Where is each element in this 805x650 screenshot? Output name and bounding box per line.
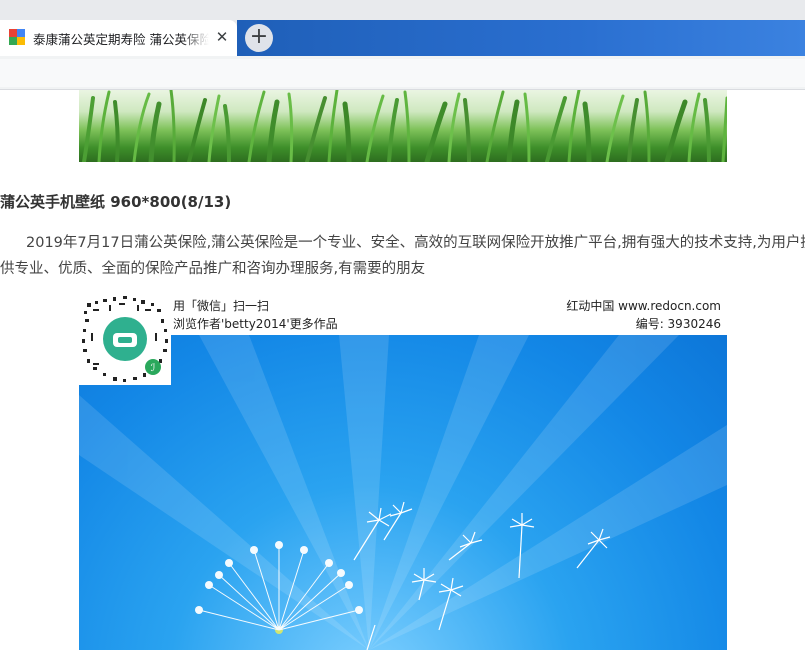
svg-text:ℐ: ℐ [151,363,156,374]
close-tab-icon[interactable]: ✕ [213,28,231,46]
watermark-scan-text: 用「微信」扫一扫 [173,299,270,313]
watermark-site-text: 红动中国 www.redocn.com [566,299,721,313]
new-tab-button[interactable]: + [245,24,273,52]
active-tab[interactable]: 泰康蒲公英定期寿险 蒲公英保险 ✕ [0,20,237,56]
tab-strip-accent [237,20,805,56]
watermark-code-text: 编号: 3930246 [635,317,721,331]
article-body: 2019年7月17日蒲公英保险,蒲公英保险是一个专业、安全、高效的互联网保险开放… [0,235,805,277]
watermark-header: 用「微信」扫一扫 浏览作者'betty2014'更多作品 红动中国 www.re… [79,293,727,335]
page-content: 蒲公英手机壁纸 960*800(8/13) 2019年7月17日蒲公英保险,蒲公… [0,90,805,650]
tab-strip: 泰康蒲公英定期寿险 蒲公英保险 ✕ + [0,0,805,56]
grass-banner-image [79,90,727,162]
address-bar[interactable] [0,59,805,87]
site-favicon-icon [9,29,25,45]
tab-title: 泰康蒲公英定期寿险 蒲公英保险 [33,32,209,47]
watermark-author-text: 浏览作者'betty2014'更多作品 [173,317,338,331]
dandelion-wallpaper-image: 用「微信」扫一扫 浏览作者'betty2014'更多作品 红动中国 www.re… [79,293,727,650]
article-title: 蒲公英手机壁纸 960*800(8/13) [0,193,232,211]
sky-background [79,335,727,650]
browser-toolbar [0,56,805,90]
qr-code-icon: ℐ [79,293,171,385]
